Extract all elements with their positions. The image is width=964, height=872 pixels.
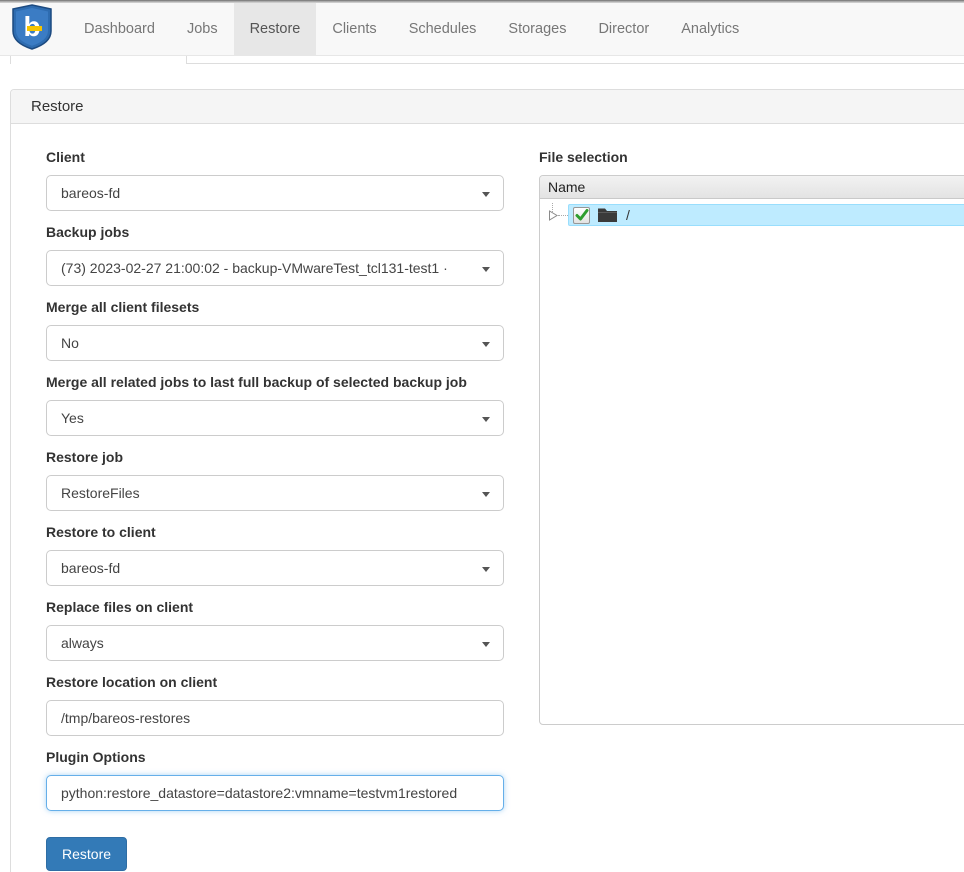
form-group-replace-files: Replace files on client always [46,599,504,661]
form-group-merge-filesets: Merge all client filesets No [46,299,504,361]
file-selection-section: File selection Name [504,149,964,871]
restore-job-select[interactable]: RestoreFiles [46,475,504,511]
tree-expander-toggle[interactable] [546,203,568,227]
nav-item-dashboard[interactable]: Dashboard [68,3,171,55]
file-selection-title: File selection [539,149,964,165]
restore-to-client-label: Restore to client [46,524,504,540]
form-group-restore-to-client: Restore to client bareos-fd [46,524,504,586]
bareos-shield-icon: b [10,4,54,55]
expand-triangle-icon [548,210,559,221]
plugin-options-input[interactable] [46,775,504,811]
active-tab-left-border [10,56,11,64]
form-group-plugin-options: Plugin Options [46,749,504,811]
tree-column-header-name: Name [540,176,964,199]
restore-submit-button[interactable]: Restore [46,837,127,871]
file-tree-panel: Name [539,175,964,725]
restore-panel: Restore Client bareos-fd Backup jobs (73… [10,89,964,872]
restore-location-label: Restore location on client [46,674,504,690]
navbar: b Dashboard Jobs Restore Clients Schedul… [0,3,964,56]
tree-body: / [540,199,964,227]
tab-bottom-border [186,63,964,64]
nav-item-schedules[interactable]: Schedules [393,3,493,55]
nav-item-restore[interactable]: Restore [234,3,317,55]
form-group-restore-location: Restore location on client [46,674,504,736]
plugin-options-label: Plugin Options [46,749,504,765]
client-label: Client [46,149,504,165]
merge-filesets-select[interactable]: No [46,325,504,361]
form-group-client: Client bareos-fd [46,149,504,211]
client-select[interactable]: bareos-fd [46,175,504,211]
tab-strip [0,56,964,89]
tree-node-root[interactable]: / [568,204,964,226]
tree-node-label: / [626,207,630,223]
form-group-restore-job: Restore job RestoreFiles [46,449,504,511]
folder-icon [597,207,618,223]
backup-jobs-label: Backup jobs [46,224,504,240]
form-group-backup-jobs: Backup jobs (73) 2023-02-27 21:00:02 - b… [46,224,504,286]
merge-filesets-label: Merge all client filesets [46,299,504,315]
bareos-logo[interactable]: b [0,3,68,55]
checkbox-checked-icon[interactable] [573,207,590,224]
replace-files-label: Replace files on client [46,599,504,615]
nav-item-clients[interactable]: Clients [316,3,392,55]
replace-files-select[interactable]: always [46,625,504,661]
tree-row-root: / [546,203,964,227]
nav-item-analytics[interactable]: Analytics [665,3,755,55]
nav-item-director[interactable]: Director [582,3,665,55]
restore-to-client-select[interactable]: bareos-fd [46,550,504,586]
panel-body: Client bareos-fd Backup jobs (73) 2023-0… [11,124,964,871]
nav-item-jobs[interactable]: Jobs [171,3,234,55]
nav-item-storages[interactable]: Storages [492,3,582,55]
restore-location-input[interactable] [46,700,504,736]
merge-related-jobs-label: Merge all related jobs to last full back… [46,374,504,390]
form-group-merge-related-jobs: Merge all related jobs to last full back… [46,374,504,436]
restore-form: Client bareos-fd Backup jobs (73) 2023-0… [46,149,504,871]
panel-title: Restore [11,90,964,124]
restore-job-label: Restore job [46,449,504,465]
backup-jobs-select[interactable]: (73) 2023-02-27 21:00:02 - backup-VMware… [46,250,504,286]
merge-related-jobs-select[interactable]: Yes [46,400,504,436]
